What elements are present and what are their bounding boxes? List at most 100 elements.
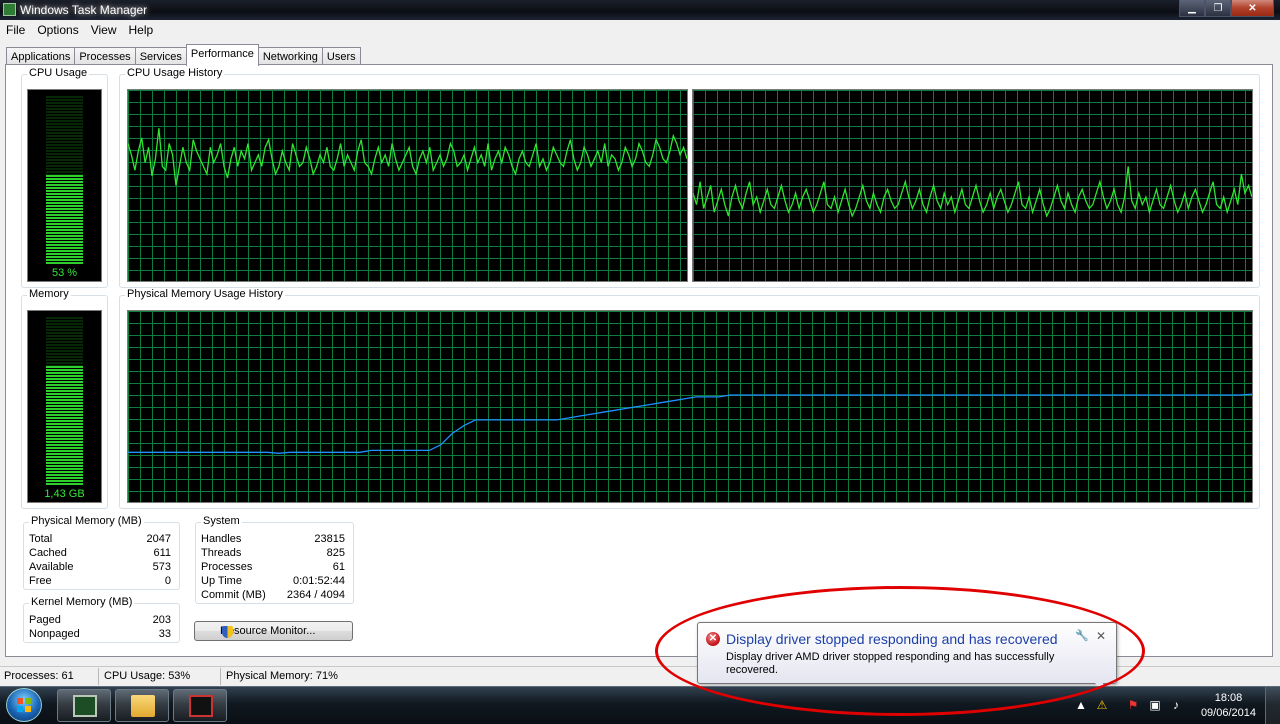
error-icon: ✕ xyxy=(706,632,720,646)
tab-strip: Applications Processes Services Performa… xyxy=(6,44,361,66)
memory-history-group: Physical Memory Usage History xyxy=(119,288,1260,509)
stat-value: 0 xyxy=(164,575,171,587)
status-separator xyxy=(220,668,221,685)
minimize-button[interactable]: ▁ xyxy=(1179,0,1205,17)
menu-file[interactable]: File xyxy=(0,20,31,40)
memory-label: Memory xyxy=(27,288,71,300)
memory-meter: 1,43 GB xyxy=(27,310,102,503)
memory-history-graph xyxy=(127,310,1253,503)
clock-time: 18:08 xyxy=(1214,692,1243,704)
kernel-memory-label: Kernel Memory (MB) xyxy=(29,596,135,608)
cpu-history-graph-core1 xyxy=(127,89,688,282)
status-memory: Physical Memory: 71% xyxy=(226,670,338,682)
stat-value: 33 xyxy=(158,628,171,640)
task-manager-icon xyxy=(73,695,97,717)
cpu-usage-group: CPU Usage 53 % xyxy=(21,67,108,288)
menu-options[interactable]: Options xyxy=(31,20,84,40)
cpu-meter-fill xyxy=(46,175,83,265)
cpu-history-graph-core2 xyxy=(692,89,1253,282)
memory-meter-fill xyxy=(46,366,83,486)
stat-value: 573 xyxy=(152,561,171,573)
cpu-history-label: CPU Usage History xyxy=(125,67,225,79)
cpu-history-line-core1 xyxy=(128,128,687,186)
status-cpu: CPU Usage: 53% xyxy=(104,670,191,682)
stat-row-threads: Threads 825 xyxy=(196,547,353,560)
cpu-usage-meter: 53 % xyxy=(27,89,102,282)
system-group: System Handles 23815 Threads 825 Process… xyxy=(195,515,354,604)
maximize-button[interactable]: ❐ xyxy=(1205,0,1231,17)
status-processes: Processes: 61 xyxy=(4,670,74,682)
taskbar: ▲ ⚠ ⚑ ▣ ♪ 18:08 09/06/2014 xyxy=(0,686,1280,724)
stat-key: Processes xyxy=(201,561,253,573)
folder-icon xyxy=(131,695,155,717)
stat-value: 23815 xyxy=(314,533,345,545)
stat-row-available: Available 573 xyxy=(24,561,179,574)
start-button[interactable] xyxy=(6,688,42,722)
menu-view[interactable]: View xyxy=(85,20,123,40)
stat-row-nonpaged: Nonpaged 33 xyxy=(24,628,179,641)
memory-history-line xyxy=(128,393,1252,454)
menu-bar: File Options View Help xyxy=(0,20,1280,40)
cpu-history-group: CPU Usage History xyxy=(119,67,1260,288)
network-icon[interactable]: ▣ xyxy=(1148,699,1162,712)
stat-row-total: Total 2047 xyxy=(24,533,179,546)
memory-value: 1,43 GB xyxy=(44,488,85,500)
window-controls: ▁ ❐ ✕ xyxy=(1179,0,1274,18)
history-series-line xyxy=(128,393,1252,454)
show-hidden-icons-icon[interactable]: ▲ xyxy=(1074,699,1088,712)
resource-monitor-label: Resource Monitor... xyxy=(220,625,316,637)
stat-row-processes: Processes 61 xyxy=(196,561,353,574)
menu-help[interactable]: Help xyxy=(123,20,160,40)
system-label: System xyxy=(201,515,242,527)
stat-row-paged: Paged 203 xyxy=(24,614,179,627)
notification-close-icon[interactable]: ✕ xyxy=(1096,629,1106,643)
stat-value: 2047 xyxy=(146,533,171,545)
stat-value: 61 xyxy=(332,561,345,573)
stat-row-cached: Cached 611 xyxy=(24,547,179,560)
stat-row-commit: Commit (MB) 2364 / 4094 xyxy=(196,589,353,602)
cpu-history-line-core2 xyxy=(693,166,1252,218)
tab-performance[interactable]: Performance xyxy=(185,44,259,66)
show-desktop-button[interactable] xyxy=(1265,687,1280,724)
title-bar: Windows Task Manager ▁ ❐ ✕ xyxy=(0,0,1280,20)
warning-icon[interactable]: ⚠ xyxy=(1095,699,1109,712)
stat-key: Free xyxy=(29,575,52,587)
wrench-icon[interactable]: 🔧 xyxy=(1075,629,1089,642)
physical-memory-label: Physical Memory (MB) xyxy=(29,515,144,527)
history-series-line xyxy=(693,166,1252,218)
physical-memory-group: Physical Memory (MB) Total 2047 Cached 6… xyxy=(23,515,180,590)
cpu-usage-label: CPU Usage xyxy=(27,67,90,79)
status-separator xyxy=(98,668,99,685)
stat-key: Paged xyxy=(29,614,61,626)
volume-icon[interactable]: ♪ xyxy=(1169,699,1183,712)
stat-value: 2364 / 4094 xyxy=(286,589,345,601)
stat-key: Cached xyxy=(29,547,67,559)
stat-row-handles: Handles 23815 xyxy=(196,533,353,546)
taskbar-task-manager[interactable] xyxy=(57,689,111,722)
memory-history-label: Physical Memory Usage History xyxy=(125,288,285,300)
window-title: Windows Task Manager xyxy=(20,3,148,17)
action-center-icon[interactable]: ⚑ xyxy=(1126,699,1140,712)
stat-value: 825 xyxy=(326,547,345,559)
notification-title: Display driver stopped responding and ha… xyxy=(726,631,1058,647)
close-button[interactable]: ✕ xyxy=(1231,0,1274,17)
app-icon xyxy=(189,695,213,717)
taskbar-explorer[interactable] xyxy=(115,689,169,722)
stat-value: 611 xyxy=(153,547,171,559)
stat-value: 203 xyxy=(152,614,171,626)
notification-balloon[interactable]: ✕ Display driver stopped responding and … xyxy=(697,622,1117,684)
resource-monitor-button[interactable]: Resource Monitor... xyxy=(194,621,353,641)
stat-key: Handles xyxy=(201,533,242,545)
stat-value: 0:01:52:44 xyxy=(293,575,345,587)
task-manager-icon xyxy=(3,3,16,16)
clock-date: 09/06/2014 xyxy=(1200,707,1256,719)
performance-panel: CPU Usage 53 % CPU Usage History Memory … xyxy=(5,64,1273,657)
taskbar-app[interactable] xyxy=(173,689,227,722)
stat-key: Total xyxy=(29,533,53,545)
stat-key: Commit (MB) xyxy=(201,589,266,601)
stat-key: Available xyxy=(29,561,74,573)
clock[interactable]: 18:08 09/06/2014 xyxy=(1201,691,1256,721)
history-series-line xyxy=(128,128,687,186)
cpu-usage-value: 53 % xyxy=(51,267,78,279)
stat-row-uptime: Up Time 0:01:52:44 xyxy=(196,575,353,588)
